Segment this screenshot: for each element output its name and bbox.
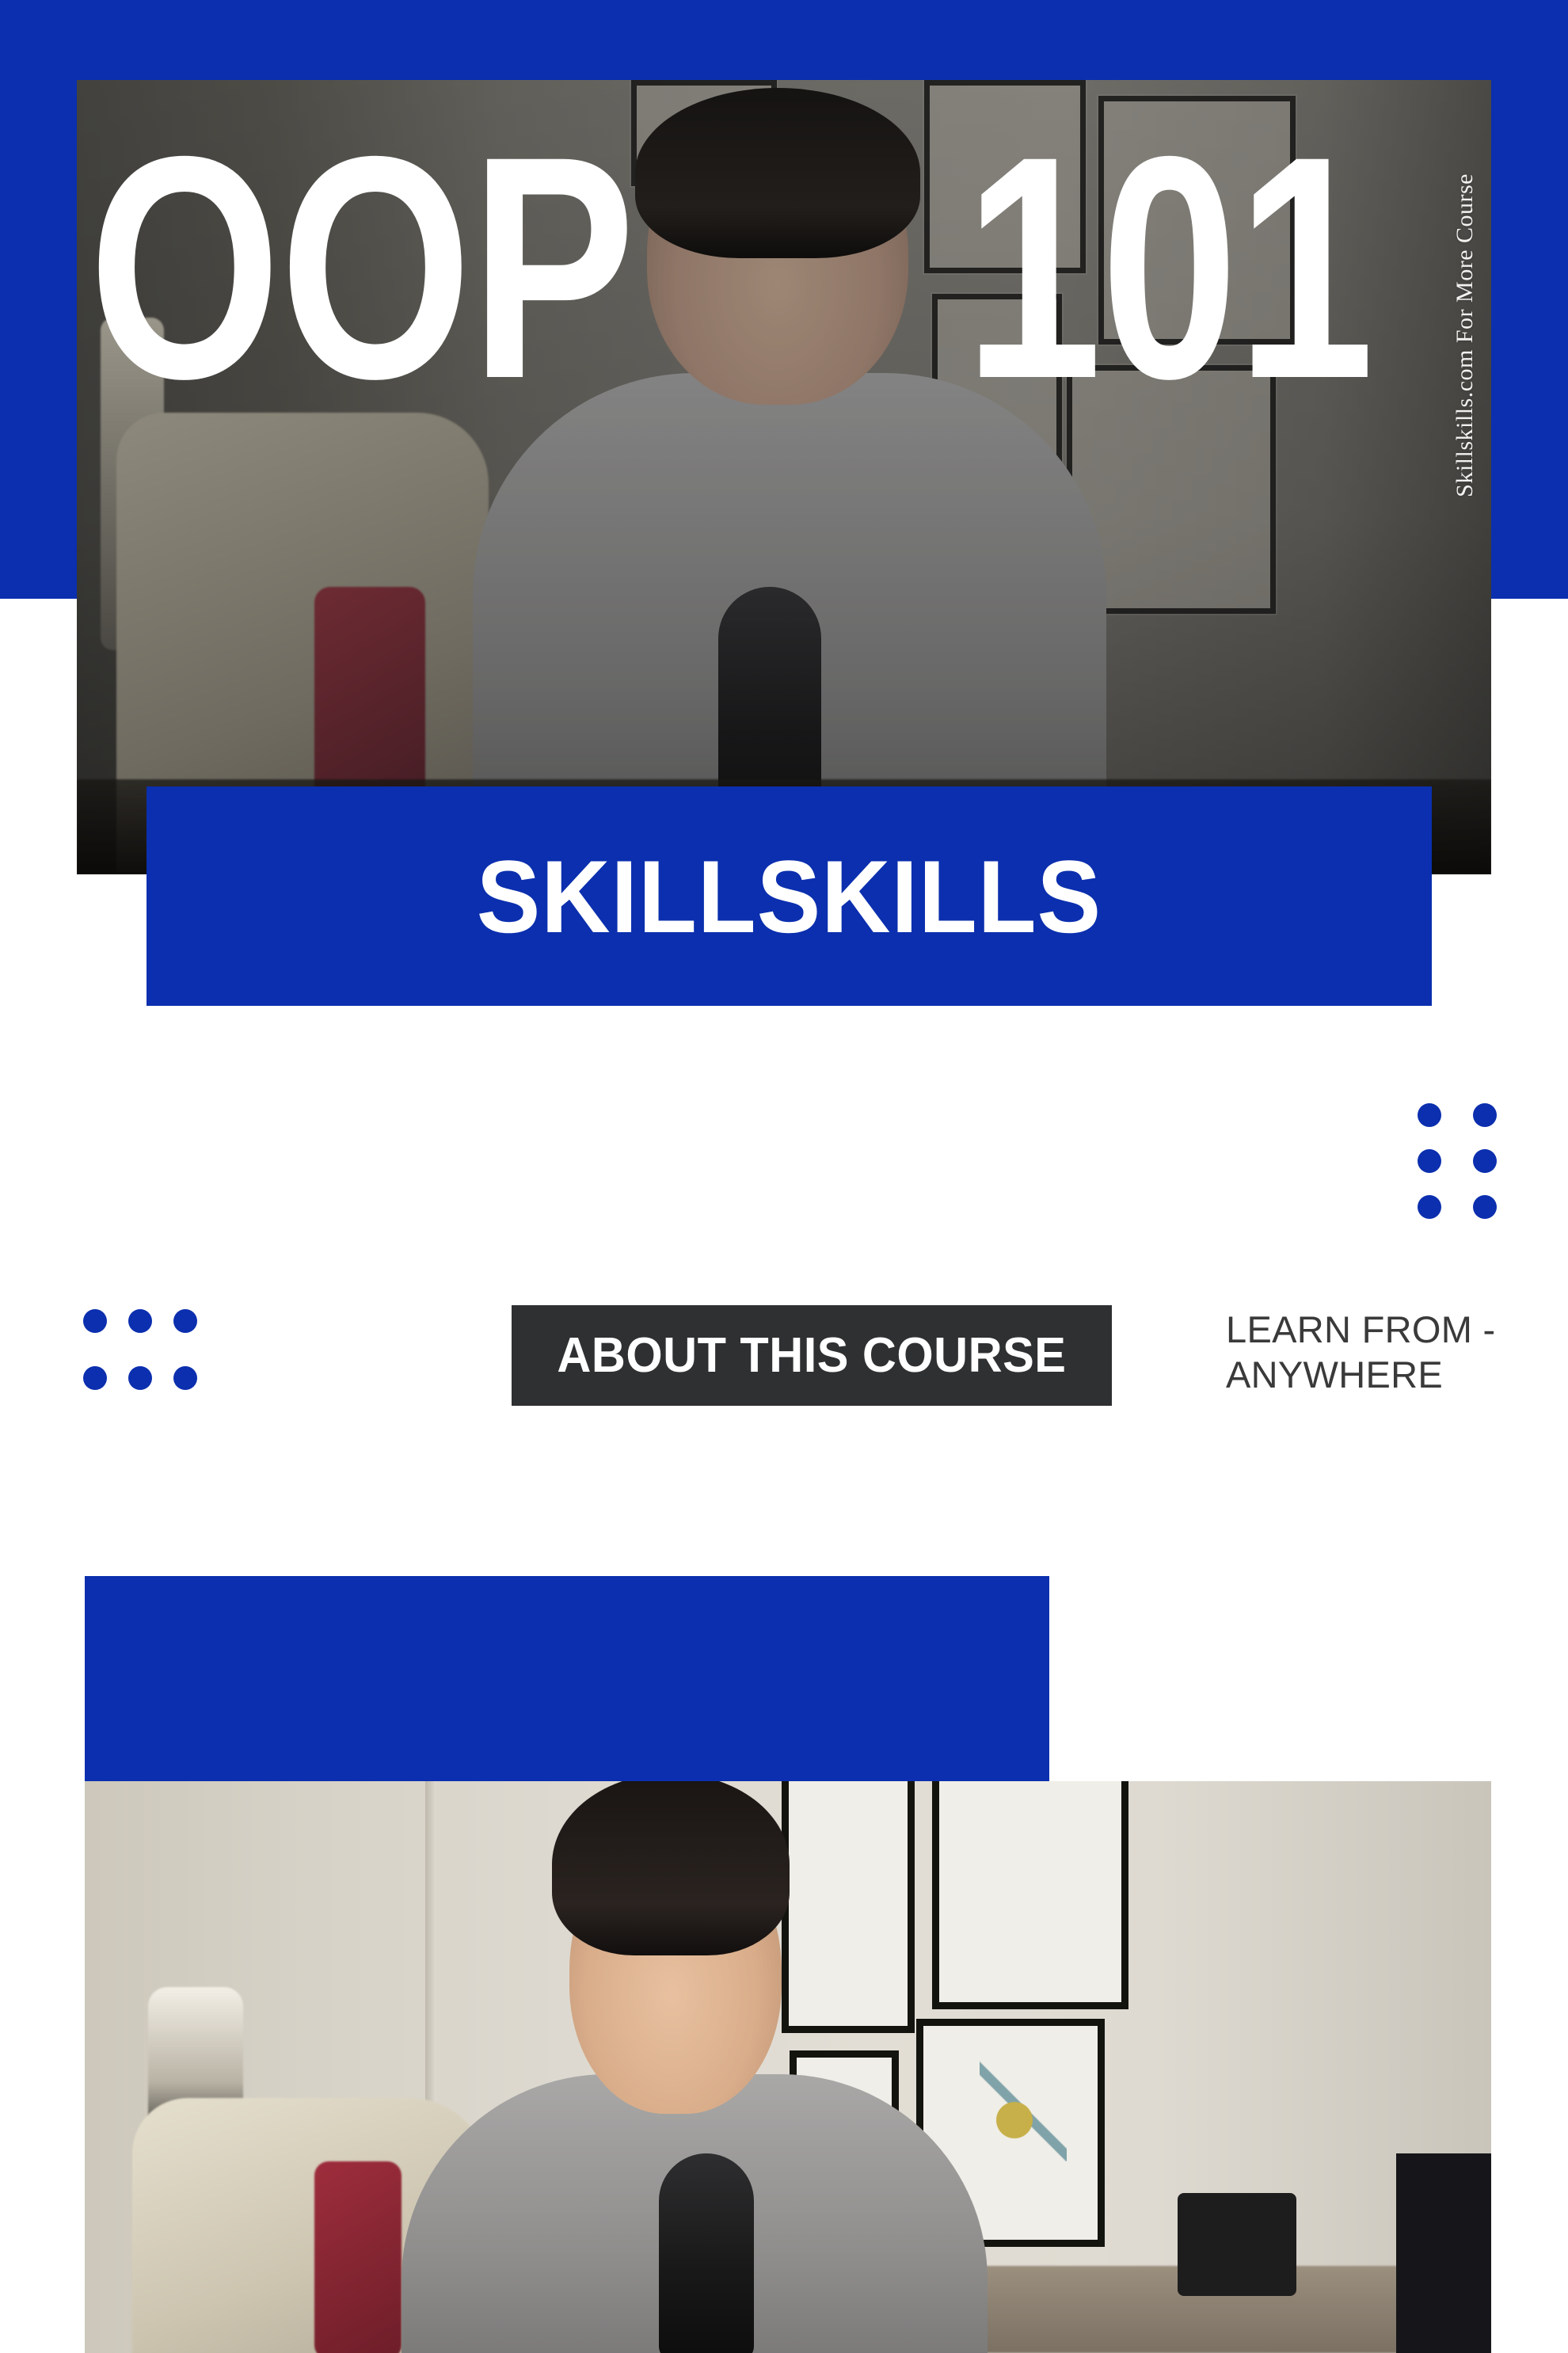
decor-dot — [128, 1309, 152, 1333]
bottom-person-hair — [552, 1781, 790, 1955]
decor-dot — [1473, 1103, 1497, 1127]
bottom-cushion — [314, 2161, 402, 2353]
bottom-microphone — [659, 2153, 754, 2353]
decor-dot — [1418, 1103, 1441, 1127]
section-side-note-line-1: LEARN FROM - — [1226, 1308, 1496, 1350]
lower-blue-block — [85, 1576, 1049, 1781]
bottom-dark-object — [1396, 2153, 1491, 2353]
decor-dot-grid-left — [83, 1309, 197, 1390]
bottom-wall-frame-2 — [932, 1781, 1128, 2009]
decor-dot — [173, 1309, 197, 1333]
bottom-photo — [85, 1781, 1491, 2353]
decor-dot-grid-right — [1418, 1103, 1497, 1219]
decor-dot — [83, 1309, 107, 1333]
section-tag-label: ABOUT THIS COURSE — [557, 1328, 1067, 1383]
bottom-wall-artwork — [980, 2058, 1067, 2161]
decor-dot — [1473, 1149, 1497, 1173]
brand-banner: SKILLSKILLS — [147, 786, 1432, 1006]
decor-dot — [1418, 1195, 1441, 1219]
bottom-wall-frame-1 — [782, 1781, 915, 2033]
hero-title-left: OOP — [89, 90, 635, 444]
bottom-speaker — [1178, 2193, 1296, 2296]
brand-banner-label: SKILLSKILLS — [476, 838, 1102, 954]
decor-dot — [83, 1366, 107, 1390]
decor-dot — [128, 1366, 152, 1390]
decor-dot — [1418, 1149, 1441, 1173]
decor-dot — [1473, 1195, 1497, 1219]
hero-watermark-text: Skillskills.com For More Course — [1452, 173, 1478, 497]
decor-dot — [173, 1366, 197, 1390]
section-tag: ABOUT THIS COURSE — [512, 1305, 1112, 1406]
hero-title-right: 101 — [965, 90, 1374, 444]
section-side-note-line-2: ANYWHERE — [1226, 1354, 1443, 1396]
hero-person-hair — [635, 88, 920, 258]
section-side-note: LEARN FROM - ANYWHERE — [1226, 1307, 1543, 1398]
